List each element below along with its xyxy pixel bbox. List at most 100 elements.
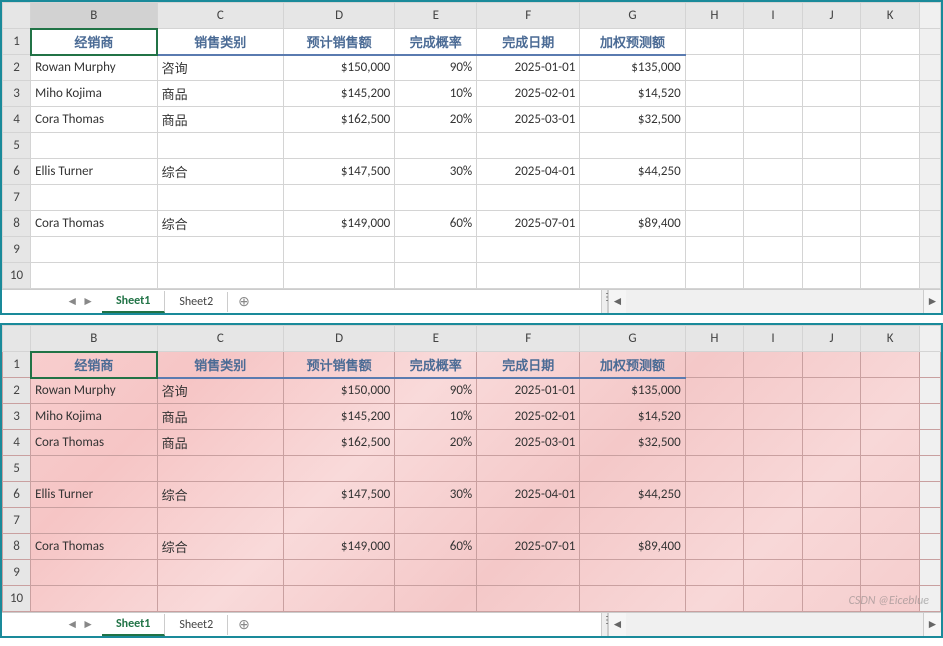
column-header-H[interactable]: H [685, 326, 744, 352]
cell-F2[interactable]: 2025-01-01 [477, 55, 580, 81]
row-header[interactable]: 7 [3, 185, 31, 211]
column-header-I[interactable]: I [744, 326, 803, 352]
sheet-tab-sheet1[interactable]: Sheet1 [102, 614, 165, 636]
cell-F8[interactable]: 2025-07-01 [477, 211, 580, 237]
cell-G7[interactable] [580, 508, 685, 534]
cell-K4[interactable] [861, 430, 920, 456]
cell-H2[interactable] [685, 55, 744, 81]
cell-J5[interactable] [802, 133, 861, 159]
cell-H10[interactable] [685, 586, 744, 612]
column-header-E[interactable]: E [395, 3, 477, 29]
vertical-scrollbar[interactable] [919, 263, 940, 289]
cell-K10[interactable] [861, 263, 920, 289]
cell-J3[interactable] [802, 81, 861, 107]
cell-C4[interactable]: 商品 [157, 430, 283, 456]
cell-I2[interactable] [744, 378, 803, 404]
cell-J2[interactable] [802, 55, 861, 81]
cell-D5[interactable] [284, 456, 395, 482]
cell-D4[interactable]: $162,500 [284, 430, 395, 456]
cell-B2[interactable]: Rowan Murphy [31, 55, 157, 81]
cell-I6[interactable] [744, 482, 803, 508]
cell-H7[interactable] [685, 185, 744, 211]
cell-E3[interactable]: 10% [395, 404, 477, 430]
cell-G8[interactable]: $89,400 [580, 534, 685, 560]
cell-H7[interactable] [685, 508, 744, 534]
cell-E4[interactable]: 20% [395, 430, 477, 456]
cell-F2[interactable]: 2025-01-01 [477, 378, 580, 404]
cell-B4[interactable]: Cora Thomas [31, 430, 157, 456]
cell-H3[interactable] [685, 81, 744, 107]
row-header[interactable]: 2 [3, 378, 31, 404]
cell-F3[interactable]: 2025-02-01 [477, 81, 580, 107]
cell-B9[interactable] [31, 560, 157, 586]
cell-F7[interactable] [477, 185, 580, 211]
cell-D10[interactable] [284, 263, 395, 289]
cell-B10[interactable] [31, 586, 157, 612]
column-header-B[interactable]: B [31, 3, 157, 29]
vertical-scrollbar[interactable] [919, 508, 940, 534]
row-header[interactable]: 3 [3, 404, 31, 430]
cell-K1[interactable] [861, 352, 920, 378]
row-header[interactable]: 6 [3, 482, 31, 508]
sheet-tab-sheet2[interactable]: Sheet2 [165, 615, 228, 635]
column-header-J[interactable]: J [802, 326, 861, 352]
cell-G2[interactable]: $135,000 [580, 378, 685, 404]
cell-I9[interactable] [744, 560, 803, 586]
row-header[interactable]: 7 [3, 508, 31, 534]
spreadsheet-grid-top[interactable]: BCDEFGHIJK1经销商销售类别预计销售额完成概率完成日期加权预测额2Row… [2, 2, 941, 289]
cell-H5[interactable] [685, 456, 744, 482]
cell-H8[interactable] [685, 534, 744, 560]
cell-D3[interactable]: $145,200 [284, 404, 395, 430]
cell-E6[interactable]: 30% [395, 159, 477, 185]
cell-D9[interactable] [284, 237, 395, 263]
cell-J10[interactable] [802, 263, 861, 289]
cell-B1[interactable]: 经销商 [31, 352, 157, 378]
row-header[interactable]: 6 [3, 159, 31, 185]
cell-F9[interactable] [477, 560, 580, 586]
cell-J5[interactable] [802, 456, 861, 482]
grid-area-pink[interactable]: BCDEFGHIJK1经销商销售类别预计销售额完成概率完成日期加权预测额2Row… [2, 325, 941, 612]
hscroll-track[interactable] [626, 613, 923, 636]
row-header[interactable]: 10 [3, 586, 31, 612]
column-header-K[interactable]: K [861, 326, 920, 352]
column-header-H[interactable]: H [685, 3, 744, 29]
cell-I4[interactable] [744, 430, 803, 456]
cell-C3[interactable]: 商品 [157, 81, 283, 107]
column-header-D[interactable]: D [284, 326, 395, 352]
cell-E1[interactable]: 完成概率 [395, 29, 477, 55]
cell-B5[interactable] [31, 456, 157, 482]
cell-J7[interactable] [802, 508, 861, 534]
vertical-scrollbar[interactable] [919, 586, 940, 612]
cell-G3[interactable]: $14,520 [580, 404, 685, 430]
cell-E7[interactable] [395, 185, 477, 211]
row-header[interactable]: 5 [3, 456, 31, 482]
row-header[interactable]: 1 [3, 29, 31, 55]
cell-B6[interactable]: Ellis Turner [31, 482, 157, 508]
cell-G2[interactable]: $135,000 [580, 55, 685, 81]
cell-F5[interactable] [477, 133, 580, 159]
grid-area[interactable]: BCDEFGHIJK1经销商销售类别预计销售额完成概率完成日期加权预测额2Row… [2, 2, 941, 289]
cell-C10[interactable] [157, 586, 283, 612]
vertical-scrollbar[interactable] [919, 430, 940, 456]
hscroll-track[interactable] [626, 290, 923, 313]
cell-B6[interactable]: Ellis Turner [31, 159, 157, 185]
cell-B9[interactable] [31, 237, 157, 263]
vertical-scrollbar[interactable] [919, 482, 940, 508]
cell-I10[interactable] [744, 586, 803, 612]
cell-F10[interactable] [477, 263, 580, 289]
cell-G1[interactable]: 加权预测额 [580, 29, 685, 55]
cell-I10[interactable] [744, 263, 803, 289]
cell-F4[interactable]: 2025-03-01 [477, 430, 580, 456]
vertical-scrollbar[interactable] [919, 456, 940, 482]
row-header[interactable]: 2 [3, 55, 31, 81]
cell-E10[interactable] [395, 586, 477, 612]
cell-B8[interactable]: Cora Thomas [31, 534, 157, 560]
vertical-scrollbar[interactable] [919, 326, 940, 352]
cell-G9[interactable] [580, 560, 685, 586]
cell-K10[interactable] [861, 586, 920, 612]
cell-B5[interactable] [31, 133, 157, 159]
cell-F8[interactable]: 2025-07-01 [477, 534, 580, 560]
cell-H1[interactable] [685, 352, 744, 378]
cell-I6[interactable] [744, 159, 803, 185]
cell-C7[interactable] [157, 508, 283, 534]
